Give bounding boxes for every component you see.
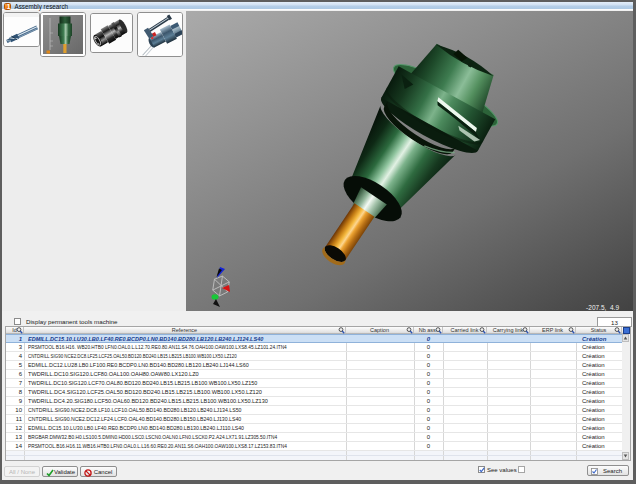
svg-text:-207.5, 4.9: -207.5, 4.9 [586, 304, 619, 311]
